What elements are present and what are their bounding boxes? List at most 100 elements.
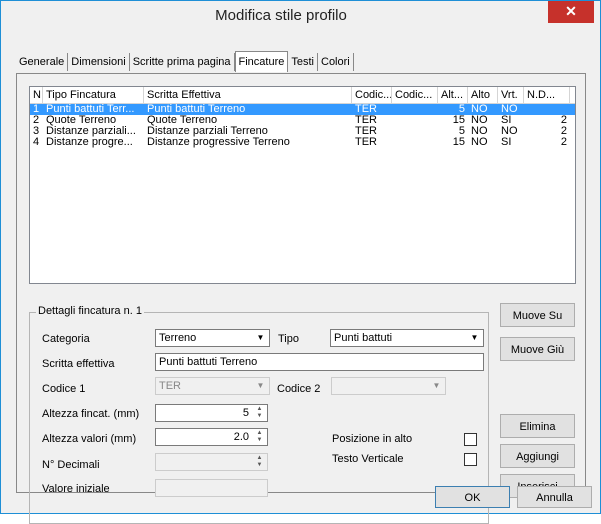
tab-scritte-prima-pagina[interactable]: Scritte prima pagina [129,53,235,71]
codice1-value: TER [159,380,181,392]
column-header[interactable]: Codic... [352,87,392,103]
valore-iniziale-label: Valore iniziale [42,483,110,495]
cell-nd: 2 [560,115,567,126]
window-title: Modifica stile profilo [215,7,347,24]
cell-codice1: TER [355,137,377,148]
categoria-select[interactable]: Terreno ▼ [155,329,270,347]
tipo-label: Tipo [278,333,299,345]
cell-n: 2 [33,115,40,126]
cell-vrt: SI [501,137,512,148]
tab-strip: Generale Dimensioni Scritte prima pagina… [16,51,354,73]
valore-iniziale-field[interactable] [155,479,268,497]
altezza-valori-label: Altezza valori (mm) [42,433,137,445]
list-row-4[interactable]: 4 Distanze progre... Distanze progressiv… [30,137,575,148]
tab-colori[interactable]: Colori [318,53,354,71]
posizione-alto-checkbox[interactable] [464,433,477,446]
testo-verticale-checkbox[interactable] [464,453,477,466]
annulla-button[interactable]: Annulla [517,486,592,508]
codice1-select[interactable]: TER ▼ [155,377,270,395]
cell-scritta: Distanze parziali Terreno [147,126,268,137]
cell-altezza: 5 [458,126,465,137]
spin-up-icon[interactable]: ▲ [253,406,266,413]
tab-generale[interactable]: Generale [16,53,69,71]
cell-codice2 [392,137,438,148]
altezza-valori-stepper[interactable]: 2.0 ▲ ▼ [155,428,268,446]
cell-scritta: Quote Terreno [147,115,218,126]
tipo-value: Punti battuti [334,332,393,344]
aggiungi-button[interactable]: Aggiungi [500,444,575,468]
altezza-fincat-stepper[interactable]: 5 ▲ ▼ [155,404,268,422]
cell-altezza: 15 [452,115,465,126]
cell-altezza: 5 [458,104,465,115]
title-bar[interactable]: Modifica stile profilo ✕ [1,1,600,31]
tipo-select[interactable]: Punti battuti ▼ [330,329,484,347]
decimali-label: N° Decimali [42,459,100,471]
codice2-label: Codice 2 [277,383,321,395]
cell-scritta: Distanze progressive Terreno [147,137,290,148]
spin-up-icon[interactable]: ▲ [253,430,266,437]
fincature-panel: N. Tipo Fincatura Scritta Effettiva Codi… [16,73,586,524]
column-header[interactable]: Codic... [392,87,438,103]
close-button[interactable]: ✕ [548,1,594,23]
chevron-down-icon: ▼ [256,381,265,390]
cell-vrt: NO [501,126,518,137]
dialog-window: Modifica stile profilo ✕ Generale Dimens… [0,0,601,524]
decimali-stepper[interactable]: ▲ ▼ [155,453,268,471]
column-header[interactable]: Alto [468,87,498,103]
spin-down-icon[interactable]: ▼ [253,462,266,469]
column-header[interactable]: Vrt. [498,87,524,103]
tab-fincature[interactable]: Fincature [234,51,289,72]
posizione-alto-label: Posizione in alto [332,433,413,445]
muove-giu-button[interactable]: Muove Giù [500,337,575,361]
altezza-fincat-label: Altezza fincat. (mm) [42,408,140,420]
codice2-select[interactable]: ▼ [331,377,446,395]
cell-alto: NO [471,104,488,115]
cell-codice1: TER [355,126,377,137]
testo-verticale-label: Testo Verticale [332,453,404,465]
ok-button[interactable]: OK [435,486,510,508]
column-header[interactable]: Scritta Effettiva [144,87,352,103]
codice1-label: Codice 1 [42,383,86,395]
elimina-button[interactable]: Elimina [500,414,575,438]
chevron-down-icon[interactable]: ▼ [253,331,268,345]
fincature-list[interactable]: N. Tipo Fincatura Scritta Effettiva Codi… [29,86,576,284]
cell-nd [524,104,570,115]
cell-n: 1 [33,104,40,115]
details-group: Dettagli fincatura n. 1 Categoria Terren… [29,305,489,524]
dialog-client: Generale Dimensioni Scritte prima pagina… [8,31,592,524]
chevron-down-icon: ▼ [432,381,441,390]
column-header[interactable]: N. [30,87,43,103]
list-row-1[interactable]: 1 Punti battuti Terr... Punti battuti Te… [30,104,575,115]
list-header: N. Tipo Fincatura Scritta Effettiva Codi… [30,87,575,104]
altezza-fincat-value: 5 [242,407,249,419]
spin-up-icon[interactable]: ▲ [253,455,266,462]
scritta-effettiva-value: Punti battuti Terreno [159,356,258,368]
tab-testi[interactable]: Testi [288,53,318,71]
column-header[interactable]: Alt... [438,87,468,103]
scritta-label: Scritta effettiva [42,358,115,370]
cell-n: 4 [33,137,40,148]
cell-tipo: Distanze progre... [46,137,133,148]
scritta-effettiva-field[interactable]: Punti battuti Terreno [155,353,484,371]
spin-down-icon[interactable]: ▼ [253,413,266,420]
cell-altezza: 15 [452,137,465,148]
cell-nd: 2 [560,137,567,148]
details-group-label: Dettagli fincatura n. 1 [36,305,144,317]
cell-vrt: NO [501,104,518,115]
chevron-down-icon[interactable]: ▼ [467,331,482,345]
cell-codice2 [392,115,438,126]
cell-codice2 [392,104,438,115]
tab-dimensioni[interactable]: Dimensioni [68,53,130,71]
list-row-2[interactable]: 2 Quote Terreno Quote Terreno TER 15 NO … [30,115,575,126]
cell-codice1: TER [355,115,377,126]
altezza-valori-value: 2.0 [233,431,249,443]
list-row-3[interactable]: 3 Distanze parziali... Distanze parziali… [30,126,575,137]
column-header[interactable]: Tipo Fincatura [43,87,144,103]
muove-su-button[interactable]: Muove Su [500,303,575,327]
cell-tipo: Distanze parziali... [46,126,136,137]
column-header[interactable]: N.D... [524,87,570,103]
spin-down-icon[interactable]: ▼ [253,437,266,444]
cell-alto: NO [471,137,488,148]
cell-codice2 [392,126,438,137]
cell-alto: NO [471,115,488,126]
